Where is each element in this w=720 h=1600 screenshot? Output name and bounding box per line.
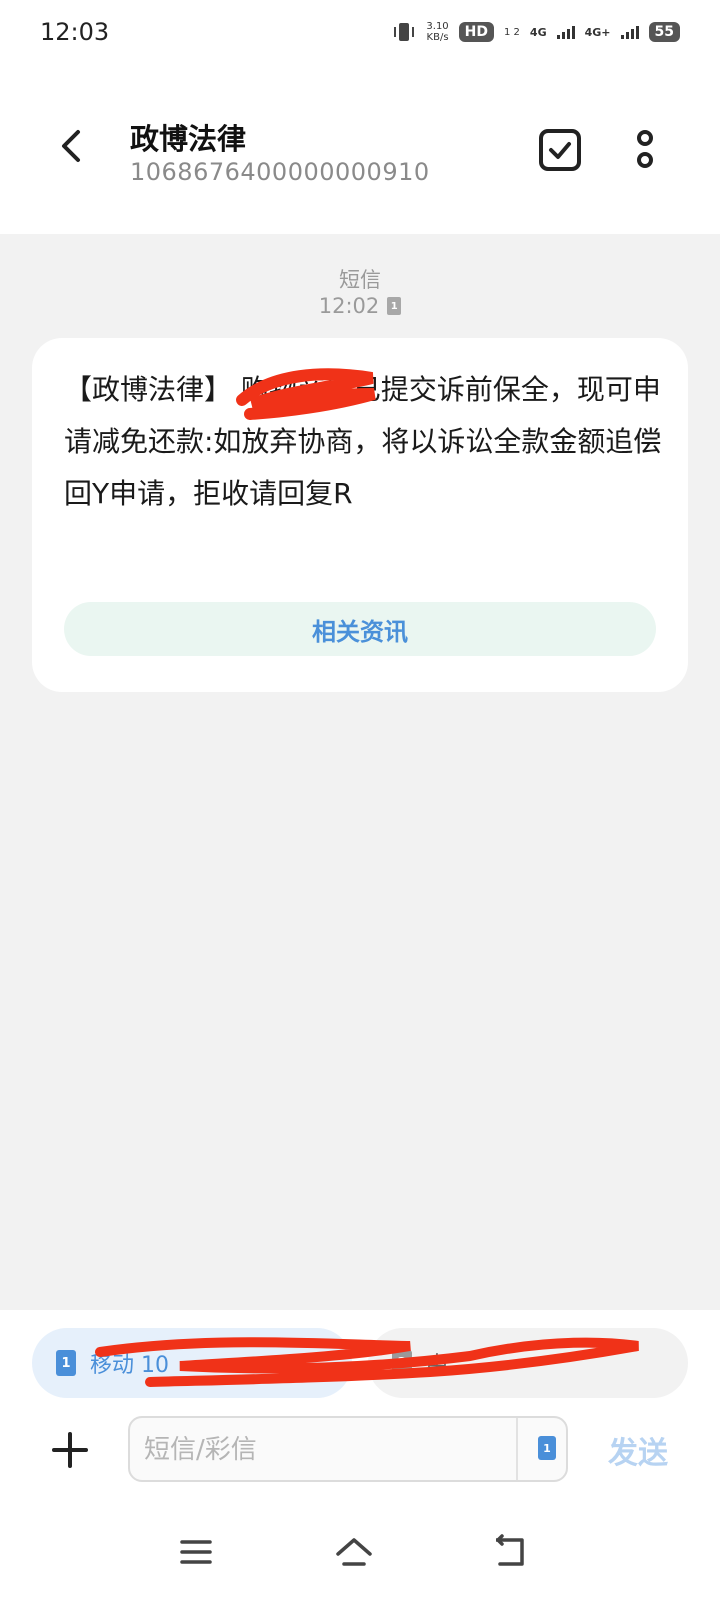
contact-number: 1068676400000000910 <box>130 158 430 186</box>
add-attachment-icon[interactable] <box>50 1430 90 1470</box>
sim-card-icon: 1 <box>387 297 402 315</box>
battery-icon: 55 <box>648 22 680 42</box>
sim-select-icon[interactable]: 1 <box>538 1436 556 1460</box>
redaction-scribble-sim <box>95 1337 639 1387</box>
hd-badge: HD <box>458 22 495 42</box>
message-input-container[interactable]: 1 <box>128 1416 568 1482</box>
message-list[interactable]: 短信 12:02 1 【政博法律】 购物商城已提交诉前保全，现可申请减免还款:如… <box>0 234 720 1310</box>
more-options-icon[interactable] <box>630 126 660 174</box>
status-bar: 12:03 3.10 KB/s HD 1 2 4G 4G+ 55 <box>0 0 720 64</box>
signal-icon-2 <box>620 25 639 39</box>
system-nav-bar <box>0 1510 720 1600</box>
compose-bar: 1 发送 <box>0 1400 720 1510</box>
back-nav-icon[interactable] <box>492 1532 532 1572</box>
vibrate-icon <box>394 23 415 41</box>
message-bubble[interactable]: 【政博法律】 购物商城已提交诉前保全，现可申请减免还款:如放弃协商，将以诉讼全款… <box>32 338 688 692</box>
menu-icon[interactable] <box>176 1532 216 1572</box>
net-speed-unit: KB/s <box>426 32 449 43</box>
contact-title: 政博法律 <box>130 122 247 156</box>
net-speed: 3.10 KB/s <box>426 21 448 43</box>
input-divider <box>516 1418 518 1480</box>
back-arrow-icon[interactable] <box>52 126 92 166</box>
network-type-2: 4G+ <box>584 25 611 39</box>
net-speed-value: 3.10 <box>426 21 449 32</box>
message-type-label: 短信 <box>339 268 381 292</box>
conversation-header: 政博法律 1068676400000000910 <box>0 64 720 234</box>
send-button[interactable]: 发送 <box>608 1428 668 1472</box>
home-icon[interactable] <box>334 1532 374 1572</box>
redaction-scribble <box>236 368 376 420</box>
signal-icon-1 <box>556 25 575 39</box>
sim-slots-label: 1 2 <box>504 26 520 38</box>
message-time-row: 12:02 1 <box>0 294 720 318</box>
message-timestamp: 12:02 <box>318 294 380 318</box>
network-type-1: 4G <box>529 25 547 39</box>
sim1-icon: 1 <box>56 1350 76 1376</box>
status-time: 12:03 <box>40 18 110 46</box>
select-checkbox-icon[interactable] <box>538 128 582 172</box>
related-info-button[interactable]: 相关资讯 <box>64 602 656 656</box>
status-icons: 3.10 KB/s HD 1 2 4G 4G+ 55 <box>392 21 680 43</box>
message-input[interactable] <box>144 1428 504 1472</box>
